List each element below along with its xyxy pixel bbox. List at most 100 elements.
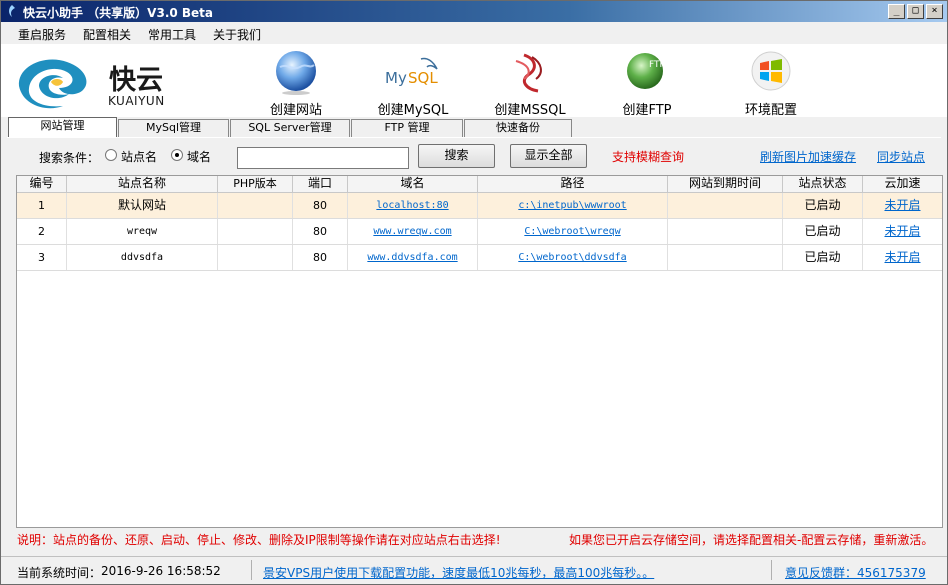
create-ftp-button[interactable]: FTP 创建FTP	[587, 47, 707, 118]
cell-status: 已启动	[783, 193, 863, 218]
show-all-button[interactable]: 显示全部	[510, 144, 587, 168]
radio-site-name[interactable]	[105, 149, 117, 161]
toolbar: 快云 KUAIYUN 创建网站 My SQL 创建MySQL 创建MSSQL F…	[1, 44, 947, 118]
close-button[interactable]: ×	[926, 4, 943, 19]
col-expire: 网站到期时间	[668, 176, 783, 192]
cell-expire	[668, 245, 783, 270]
app-icon	[9, 5, 15, 17]
cell-status: 已启动	[783, 219, 863, 244]
env-config-button[interactable]: 环境配置	[711, 47, 831, 118]
logo-swirl-icon	[18, 59, 87, 109]
cell-status: 已启动	[783, 245, 863, 270]
logo-text-cn: 快云	[109, 65, 163, 96]
cell-expire	[668, 219, 783, 244]
title-bar: 快云小助手 （共享版）V3.0 Beta _ □ ×	[1, 1, 947, 22]
create-mssql-button[interactable]: 创建MSSQL	[470, 47, 590, 118]
cell-port: 80	[293, 245, 348, 270]
status-divider	[251, 560, 252, 580]
cell-domain-link[interactable]: www.ddvsdfa.com	[348, 245, 478, 270]
svg-text:My: My	[385, 69, 407, 87]
search-input[interactable]	[237, 147, 409, 169]
window-controls: _ □ ×	[888, 4, 943, 19]
website-panel: 搜索条件： 站点名 域名 搜索 显示全部 支持模糊查询 刷新图片加速缓存 同步站…	[7, 137, 943, 552]
status-divider	[771, 560, 772, 580]
mysql-icon: My SQL	[385, 57, 438, 87]
create-website-button[interactable]: 创建网站	[236, 47, 356, 118]
menu-config[interactable]: 配置相关	[83, 26, 131, 43]
promo-link[interactable]: 景安VPS用户使用下载配置功能，速度最低10兆每秒，最高100兆每秒。。	[263, 564, 654, 581]
search-bar: 搜索条件： 站点名 域名 搜索 显示全部 支持模糊查询 刷新图片加速缓存 同步站…	[7, 138, 941, 174]
cell-domain-link[interactable]: localhost:80	[348, 193, 478, 218]
table-row[interactable]: 1 默认网站 80 localhost:80 c:\inetpub\wwwroo…	[17, 193, 942, 219]
create-website-label: 创建网站	[269, 103, 322, 118]
col-path: 路径	[478, 176, 668, 192]
cell-expire	[668, 193, 783, 218]
menu-restart-service[interactable]: 重启服务	[18, 26, 66, 43]
table-row[interactable]: 2 wreqw 80 www.wreqw.com C:\webroot\wreq…	[17, 219, 942, 245]
cell-domain-link[interactable]: www.wreqw.com	[348, 219, 478, 244]
cell-php	[218, 219, 293, 244]
col-port: 端口	[293, 176, 348, 192]
create-mssql-label: 创建MSSQL	[494, 103, 566, 118]
col-status: 站点状态	[783, 176, 863, 192]
mssql-icon	[515, 53, 542, 93]
time-value: 2016-9-26 16:58:52	[101, 564, 221, 578]
search-condition-label: 搜索条件：	[39, 151, 100, 165]
table-header: 编号 站点名称 PHP版本 端口 域名 路径 网站到期时间 站点状态 云加速	[17, 176, 942, 193]
refresh-cache-link[interactable]: 刷新图片加速缓存	[760, 148, 856, 165]
menu-about[interactable]: 关于我们	[213, 26, 261, 43]
col-domain: 域名	[348, 176, 478, 192]
cell-cdn-link[interactable]: 未开启	[863, 193, 942, 218]
search-button[interactable]: 搜索	[418, 144, 495, 168]
cell-site-name: 默认网站	[67, 193, 218, 218]
cell-path-link[interactable]: C:\webroot\ddvsdfa	[478, 245, 668, 270]
col-id: 编号	[17, 176, 67, 192]
site-table: 编号 站点名称 PHP版本 端口 域名 路径 网站到期时间 站点状态 云加速 1…	[16, 175, 943, 528]
cell-site-name: ddvsdfa	[67, 245, 218, 270]
tab-mysql[interactable]: MySql管理	[118, 119, 229, 137]
tab-backup[interactable]: 快速备份	[464, 119, 572, 137]
cell-php	[218, 245, 293, 270]
logo: 快云 KUAIYUN	[11, 52, 181, 112]
cell-port: 80	[293, 193, 348, 218]
tab-bar: 网站管理 MySql管理 SQL Server管理 FTP 管理 快速备份	[1, 117, 947, 137]
col-site-name: 站点名称	[67, 176, 218, 192]
svg-text:FTP: FTP	[649, 60, 666, 70]
fuzzy-search-hint: 支持模糊查询	[612, 150, 685, 164]
cloud-storage-note: 如果您已开启云存储空间，请选择配置相关-配置云存储，重新激活。	[569, 533, 934, 547]
col-cdn: 云加速	[884, 176, 921, 190]
env-config-label: 环境配置	[744, 103, 797, 118]
status-bar: 当前系统时间： 2016-9-26 16:58:52 景安VPS用户使用下载配置…	[1, 556, 947, 584]
cell-port: 80	[293, 219, 348, 244]
svg-text:SQL: SQL	[408, 69, 438, 87]
time-label: 当前系统时间：	[17, 566, 102, 580]
maximize-button[interactable]: □	[907, 4, 924, 19]
minimize-button[interactable]: _	[888, 4, 905, 19]
sync-sites-link[interactable]: 同步站点	[877, 148, 925, 165]
tab-sqlserver[interactable]: SQL Server管理	[230, 119, 350, 137]
cell-path-link[interactable]: c:\inetpub\wwwroot	[478, 193, 668, 218]
window-title: 快云小助手 （共享版）V3.0 Beta	[23, 6, 214, 20]
cell-site-name: wreqw	[67, 219, 218, 244]
create-mysql-button[interactable]: My SQL 创建MySQL	[353, 47, 473, 118]
table-row[interactable]: 3 ddvsdfa 80 www.ddvsdfa.com C:\webroot\…	[17, 245, 942, 271]
create-mysql-label: 创建MySQL	[377, 103, 449, 118]
logo-text-en: KUAIYUN	[108, 94, 165, 108]
tab-ftp[interactable]: FTP 管理	[351, 119, 463, 137]
col-php: PHP版本	[218, 176, 293, 192]
menu-tools[interactable]: 常用工具	[148, 26, 196, 43]
menu-bar: 重启服务 配置相关 常用工具 关于我们	[1, 22, 947, 44]
radio-site-name-label[interactable]: 站点名	[121, 148, 157, 165]
cell-path-link[interactable]: C:\webroot\wreqw	[478, 219, 668, 244]
feedback-link[interactable]: 意见反馈群：456175379	[785, 564, 926, 581]
radio-domain-label[interactable]: 域名	[187, 148, 211, 165]
globe-icon	[276, 51, 316, 95]
radio-domain[interactable]	[171, 149, 183, 161]
cell-php	[218, 193, 293, 218]
windows-icon	[751, 51, 791, 91]
tab-website[interactable]: 网站管理	[8, 117, 117, 137]
cell-cdn-link[interactable]: 未开启	[863, 245, 942, 270]
cell-id: 3	[17, 245, 67, 270]
cell-id: 2	[17, 219, 67, 244]
cell-cdn-link[interactable]: 未开启	[863, 219, 942, 244]
